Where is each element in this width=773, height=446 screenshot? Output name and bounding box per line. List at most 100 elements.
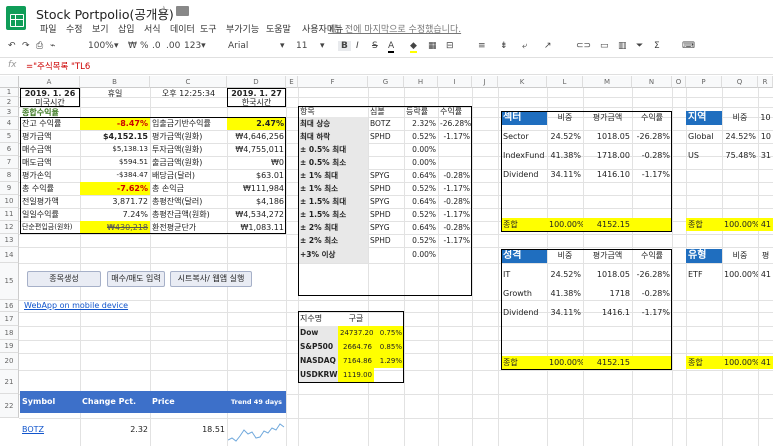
row-header[interactable]: 7 bbox=[0, 156, 19, 169]
row-header[interactable]: 12 bbox=[0, 221, 19, 234]
redo-icon[interactable]: ↷ bbox=[22, 41, 30, 51]
font-chevron-icon[interactable]: ▾ bbox=[280, 41, 285, 51]
column-header[interactable]: C bbox=[150, 76, 227, 88]
column-header[interactable]: A bbox=[19, 76, 80, 88]
decrease-decimal-button[interactable]: .0 bbox=[152, 41, 161, 51]
paint-format-icon[interactable]: ⌁ bbox=[50, 41, 55, 51]
menu-item[interactable]: 서식 bbox=[144, 22, 161, 35]
filter-icon[interactable]: ⏷ bbox=[636, 41, 643, 51]
sheets-logo-icon bbox=[6, 6, 26, 30]
wrap-text-icon[interactable]: ⤶ bbox=[522, 41, 527, 51]
zoom-chevron-icon[interactable]: ▾ bbox=[114, 41, 119, 51]
stock-symbol-link[interactable]: BOTZ bbox=[20, 418, 80, 442]
column-header[interactable]: G bbox=[368, 76, 404, 88]
font-size-chevron-icon[interactable]: ▾ bbox=[320, 41, 325, 51]
column-header[interactable]: H bbox=[404, 76, 438, 88]
bold-icon[interactable]: B bbox=[338, 41, 351, 51]
menu-item[interactable]: 사용자메뉴 bbox=[302, 22, 343, 35]
zoom-select[interactable]: 100% bbox=[88, 41, 114, 51]
menu-item[interactable]: 파일 bbox=[40, 22, 57, 35]
column-header[interactable]: K bbox=[498, 76, 547, 88]
row-header[interactable]: 13 bbox=[0, 234, 19, 247]
functions-icon[interactable]: Σ bbox=[654, 41, 660, 51]
last-edit-link[interactable]: 7분 전에 마지막으로 수정했습니다. bbox=[328, 22, 461, 35]
column-header[interactable]: L bbox=[547, 76, 583, 88]
category-cell: US bbox=[688, 151, 699, 160]
row-header[interactable]: 11 bbox=[0, 208, 19, 221]
doc-title[interactable]: Stock Portpolio(공개용) bbox=[36, 4, 174, 23]
row-header[interactable]: 19 bbox=[0, 340, 19, 353]
menu-item[interactable]: 도움말 bbox=[266, 22, 291, 35]
row-header[interactable]: 10 bbox=[0, 195, 19, 208]
number-format-select[interactable]: 123▾ bbox=[184, 41, 206, 51]
column-header[interactable]: O bbox=[672, 76, 686, 88]
column-header[interactable]: M bbox=[583, 76, 632, 88]
row-header[interactable]: 5 bbox=[0, 130, 19, 143]
column-header[interactable]: I bbox=[438, 76, 472, 88]
align-vertical-icon[interactable]: ⇟ bbox=[500, 41, 508, 51]
rotate-text-icon[interactable]: ↗ bbox=[544, 41, 552, 51]
row-header[interactable]: 20 bbox=[0, 353, 19, 370]
undo-icon[interactable]: ↶ bbox=[8, 41, 16, 51]
row-header[interactable]: 3 bbox=[0, 107, 19, 117]
column-header[interactable]: R bbox=[758, 76, 773, 88]
increase-decimal-button[interactable]: .00 bbox=[166, 41, 180, 51]
row-header[interactable]: 15 bbox=[0, 263, 19, 300]
row-header[interactable]: 4 bbox=[0, 117, 19, 130]
column-header[interactable]: E bbox=[286, 76, 298, 88]
summary-box bbox=[20, 117, 286, 234]
row-header[interactable]: 17 bbox=[0, 312, 19, 326]
column-header[interactable]: Q bbox=[722, 76, 758, 88]
percent-format-button[interactable]: % bbox=[140, 41, 149, 51]
row-header[interactable]: 6 bbox=[0, 143, 19, 156]
action-button[interactable]: 시트복사/ 웹앱 실행 bbox=[170, 271, 252, 287]
stock-header: Price bbox=[150, 391, 227, 413]
font-size-select[interactable]: 11 bbox=[296, 41, 307, 51]
formula-input[interactable]: ="주식목록 "TL6 bbox=[26, 60, 90, 72]
action-button[interactable]: 매수/매도 입력 bbox=[107, 271, 165, 287]
align-left-icon[interactable]: ≡ bbox=[478, 41, 486, 51]
column-header[interactable]: P bbox=[686, 76, 722, 88]
row-header[interactable]: 1 bbox=[0, 88, 19, 97]
category-cell: 100.00% bbox=[724, 270, 758, 279]
column-header[interactable]: D bbox=[227, 76, 286, 88]
stock-change: 2.32 bbox=[130, 425, 148, 434]
currency-format-button[interactable]: ₩ bbox=[128, 41, 137, 51]
column-header[interactable]: N bbox=[632, 76, 672, 88]
insert-link-icon[interactable]: ⊂⊃ bbox=[576, 41, 591, 51]
borders-icon[interactable]: ▦ bbox=[428, 41, 437, 51]
row-header[interactable]: 22 bbox=[0, 394, 19, 418]
column-header[interactable]: B bbox=[80, 76, 150, 88]
row-header[interactable]: 14 bbox=[0, 247, 19, 263]
fill-color-icon[interactable]: ◆ bbox=[410, 41, 417, 53]
row-header[interactable]: 21 bbox=[0, 370, 19, 394]
webapp-link[interactable]: WebApp on mobile device bbox=[22, 300, 222, 312]
menu-item[interactable]: 보기 bbox=[92, 22, 109, 35]
strikethrough-icon[interactable]: S bbox=[372, 41, 378, 51]
column-header[interactable]: J bbox=[472, 76, 498, 88]
column-header[interactable]: F bbox=[298, 76, 368, 88]
row-header[interactable]: 16 bbox=[0, 300, 19, 312]
merge-cells-icon[interactable]: ⊟ bbox=[446, 41, 454, 51]
print-icon[interactable]: ⎙ bbox=[36, 41, 43, 51]
folder-icon[interactable] bbox=[176, 6, 189, 16]
row-header[interactable]: 9 bbox=[0, 182, 19, 195]
keyboard-icon[interactable]: ⌨ bbox=[682, 41, 695, 51]
menu-item[interactable]: 부가기능 bbox=[226, 22, 259, 35]
select-all-corner[interactable] bbox=[0, 76, 19, 88]
insert-chart-icon[interactable]: ▥ bbox=[618, 41, 627, 51]
row-header[interactable]: 2 bbox=[0, 97, 19, 107]
insert-comment-icon[interactable]: ▭ bbox=[600, 41, 609, 51]
action-button[interactable]: 종목생성 bbox=[27, 271, 101, 287]
star-icon[interactable]: ☆ bbox=[158, 4, 170, 19]
stock-header: Change Pct. bbox=[80, 391, 150, 413]
text-color-icon[interactable]: A bbox=[388, 41, 395, 53]
font-select[interactable]: Arial bbox=[228, 41, 248, 51]
menu-item[interactable]: 도구 bbox=[200, 22, 217, 35]
menu-item[interactable]: 삽입 bbox=[118, 22, 135, 35]
row-header[interactable]: 18 bbox=[0, 326, 19, 340]
row-header[interactable]: 8 bbox=[0, 169, 19, 182]
menu-item[interactable]: 데이터 bbox=[170, 22, 195, 35]
italic-icon[interactable]: I bbox=[356, 41, 359, 51]
menu-item[interactable]: 수정 bbox=[66, 22, 83, 35]
